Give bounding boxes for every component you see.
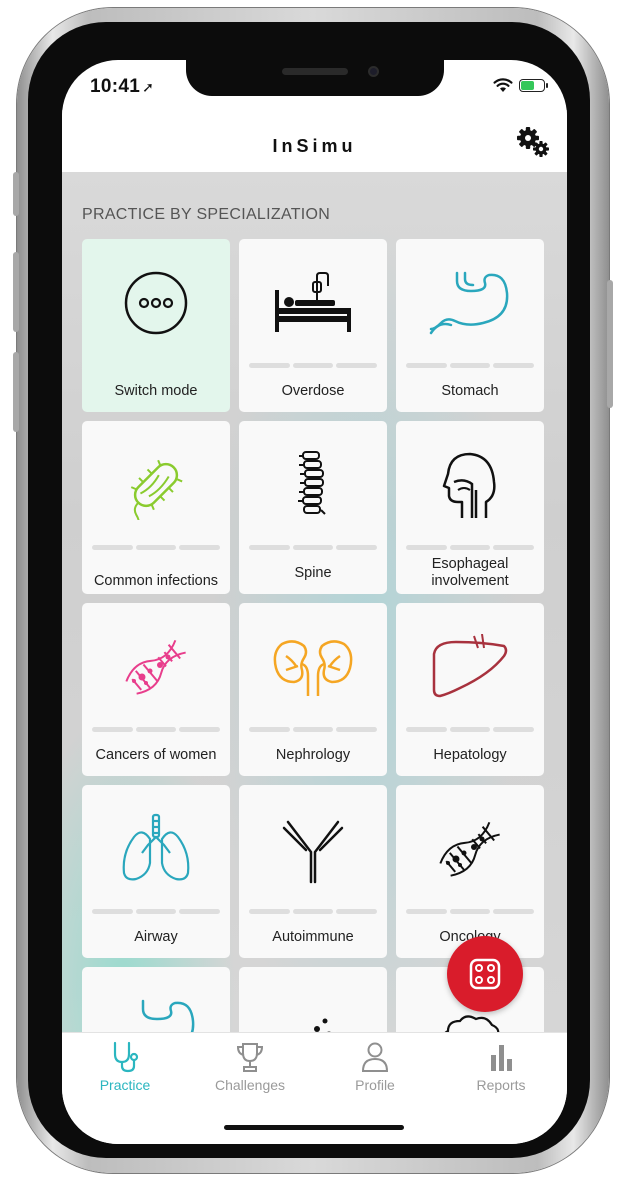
progress-bar — [406, 545, 535, 550]
card-nephrology[interactable]: Nephrology — [239, 603, 387, 776]
icon-wrap — [396, 267, 544, 339]
card-cancers-of-women[interactable]: Cancers of women — [82, 603, 230, 776]
icon-wrap — [82, 449, 230, 521]
card-overdose[interactable]: Overdose — [239, 239, 387, 412]
progress-bar — [406, 909, 535, 914]
notch — [186, 60, 444, 96]
card-spine[interactable]: Spine — [239, 421, 387, 594]
speaker — [282, 68, 348, 75]
icon-wrap — [82, 267, 230, 339]
bar-chart-icon — [491, 1045, 512, 1071]
tab-profile[interactable]: Profile — [320, 1039, 430, 1099]
icon-wrap — [239, 631, 387, 703]
specialization-list[interactable]: PRACTICE BY SPECIALIZATION Switch mode O… — [62, 172, 567, 1140]
head-esophagus-icon — [442, 452, 496, 518]
stethoscope-icon — [113, 1041, 139, 1073]
card-airway[interactable]: Airway — [82, 785, 230, 958]
card-label: Overdose — [281, 383, 345, 399]
volume-down-button — [13, 352, 19, 432]
icon-wrap — [82, 813, 230, 885]
dna-black-icon — [439, 821, 500, 877]
tab-bar: Practice Challenges Profile Reports — [62, 1032, 567, 1144]
tab-label: Reports — [476, 1077, 526, 1093]
progress-bar — [249, 363, 378, 368]
section-title: PRACTICE BY SPECIALIZATION — [82, 206, 331, 223]
icon-wrap — [396, 631, 544, 703]
tab-label: Practice — [99, 1077, 151, 1093]
gears-icon[interactable] — [515, 126, 551, 160]
lungs-icon — [122, 813, 190, 881]
tab-reports[interactable]: Reports — [446, 1039, 556, 1099]
card-label: Autoimmune — [272, 929, 354, 945]
app-title: InSimu — [272, 136, 357, 156]
progress-bar — [249, 545, 378, 550]
stomach-icon — [429, 271, 509, 335]
card-label: Stomach — [441, 383, 499, 399]
icon-wrap — [396, 449, 544, 521]
mute-switch — [13, 172, 19, 216]
progress-bar — [249, 727, 378, 732]
card-label: Switch mode — [114, 383, 198, 399]
progress-bar — [406, 727, 535, 732]
kidneys-icon — [273, 640, 353, 696]
app-header: InSimu — [62, 110, 567, 172]
status-icons — [493, 78, 548, 93]
home-indicator[interactable] — [224, 1125, 404, 1130]
volume-up-button — [13, 252, 19, 332]
tab-practice[interactable]: Practice — [70, 1039, 180, 1099]
progress-bar — [249, 909, 378, 914]
progress-bar — [92, 909, 221, 914]
card-label: Esophageal involvement — [431, 556, 509, 589]
front-camera — [368, 66, 379, 77]
person-icon — [361, 1042, 389, 1072]
spine-icon — [298, 451, 326, 515]
card-label: Common infections — [93, 573, 219, 589]
wifi-icon — [493, 78, 513, 92]
progress-bar — [406, 363, 535, 368]
icon-wrap — [239, 449, 387, 521]
tab-label: Profile — [355, 1077, 395, 1093]
icon-wrap — [239, 267, 387, 339]
dice-icon — [469, 958, 501, 990]
tab-challenges[interactable]: Challenges — [195, 1039, 305, 1099]
card-autoimmune[interactable]: Autoimmune — [239, 785, 387, 958]
card-label: Airway — [134, 929, 178, 945]
liver-icon — [432, 634, 508, 698]
status-time: 10:41 ➚ — [90, 76, 154, 98]
ellipsis-circle-icon — [124, 271, 188, 335]
battery-icon — [519, 79, 548, 92]
screen: 10:41 ➚ InSimu PRACTICE BY SPECIALIZATIO… — [62, 60, 567, 1144]
power-button — [607, 280, 613, 408]
card-label: Spine — [294, 565, 332, 581]
card-switch-mode[interactable]: Switch mode — [82, 239, 230, 412]
antibody-icon — [282, 820, 344, 884]
icon-wrap — [396, 813, 544, 885]
bacteria-icon — [130, 459, 183, 520]
card-label: Cancers of women — [95, 747, 217, 763]
icon-wrap — [239, 813, 387, 885]
random-case-button[interactable] — [447, 936, 523, 1012]
progress-bar — [92, 727, 221, 732]
status-time-text: 10:41 — [90, 76, 141, 97]
icon-wrap — [82, 631, 230, 703]
hospital-bed-icon — [275, 272, 351, 332]
battery-level — [521, 81, 535, 90]
card-hepatology[interactable]: Hepatology — [396, 603, 544, 776]
trophy-icon — [236, 1043, 264, 1072]
card-esophageal-involvement[interactable]: Esophageal involvement — [396, 421, 544, 594]
card-common-infections[interactable]: Common infections — [82, 421, 230, 594]
card-stomach[interactable]: Stomach — [396, 239, 544, 412]
card-label: Hepatology — [433, 747, 507, 763]
progress-bar — [92, 545, 221, 550]
location-arrow-icon: ➚ — [142, 79, 155, 95]
tab-label: Challenges — [214, 1077, 286, 1093]
card-oncology[interactable]: Oncology — [396, 785, 544, 958]
dna-pink-icon — [125, 639, 186, 695]
card-label: Nephrology — [275, 747, 351, 763]
